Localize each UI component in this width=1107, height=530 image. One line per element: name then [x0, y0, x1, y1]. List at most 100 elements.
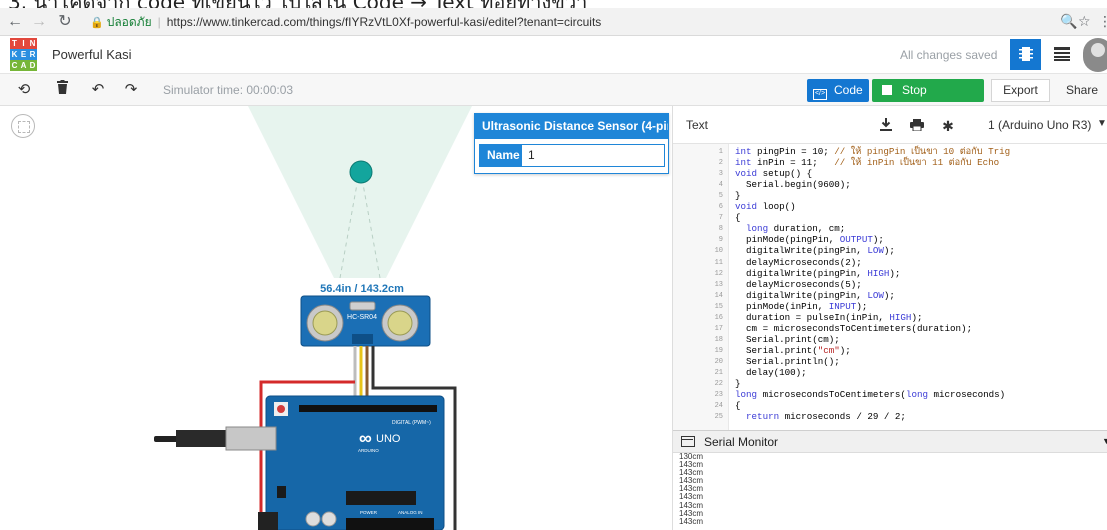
target-object[interactable] — [349, 160, 373, 184]
stop-icon — [882, 85, 892, 95]
code-panel: Text ✱ 1 (Arduino Uno R3) ▼ 1 int pingPin… — [672, 106, 1107, 530]
address-bar[interactable]: 🔒 ปลอดภัย | https://www.tinkercad.com/thing… — [90, 11, 1065, 33]
serial-line: 130cm — [679, 453, 704, 461]
redo-icon[interactable]: ↷ — [121, 80, 141, 100]
share-button[interactable]: Share — [1057, 79, 1107, 102]
code-text: } — [735, 378, 741, 390]
delete-icon[interactable] — [52, 80, 72, 100]
arduino-board[interactable]: DIGITAL (PWM~) ∞ UNO ARDUINO POWER ANALO… — [258, 395, 445, 530]
line-number: 2 — [718, 159, 723, 168]
code-text: Serial.begin(9600); — [735, 179, 851, 191]
reload-icon[interactable]: ↻ — [56, 13, 74, 31]
tinkercad-logo[interactable]: TINKERCAD — [10, 38, 37, 72]
forward-arrow-icon[interactable]: → — [30, 13, 48, 31]
undo-icon[interactable]: ↶ — [88, 80, 108, 100]
code-text: Serial.print("cm"); — [735, 344, 851, 356]
ultrasonic-sensor[interactable]: HC-SR04 — [300, 295, 431, 347]
bookmark-star-icon[interactable]: ☆ — [1078, 13, 1091, 30]
code-text: { — [735, 400, 741, 412]
power-analog-header — [346, 518, 434, 530]
project-title[interactable]: Powerful Kasi — [52, 47, 131, 62]
logo-letter: K — [10, 49, 19, 60]
digital-label: DIGITAL (PWM~) — [392, 420, 431, 426]
logo-letter: D — [28, 60, 37, 71]
usb-cable[interactable] — [154, 426, 277, 451]
chip-icon — [1018, 47, 1033, 61]
line-number: 20 — [714, 357, 723, 366]
code-text: Serial.print(cm); — [735, 333, 840, 345]
caption-text: 3. นำโค้ดจาก code ที่เขียนไว้ ไปใส่ใน Co… — [8, 0, 587, 8]
zoom-icon[interactable]: 🔍 — [1060, 13, 1077, 30]
line-number: 19 — [714, 346, 723, 355]
url-text: https://www.tinkercad.com/things/fIYRzVt… — [166, 15, 602, 29]
microcontroller-chip — [346, 491, 416, 505]
line-number: 6 — [718, 203, 723, 212]
logo-letter: T — [10, 38, 19, 49]
logo-letter: R — [28, 49, 37, 60]
stop-simulation-button[interactable]: Stop Simulation — [872, 79, 984, 120]
code-text: int pingPin = 10; // ให้ pingPin เป็นขา … — [735, 146, 1011, 157]
serial-line: 143cm — [679, 468, 704, 478]
line-number: 3 — [718, 170, 723, 179]
code-text: duration = pulseIn(inPin, HIGH); — [735, 311, 923, 323]
download-icon[interactable] — [876, 116, 896, 136]
line-number: 24 — [714, 402, 723, 411]
serial-line: 143cm — [679, 492, 704, 502]
code-text: cm = microsecondsToCentimeters(duration)… — [735, 322, 973, 334]
arduino-logo-icon: ∞ — [359, 428, 372, 448]
serial-monitor-header[interactable]: Serial Monitor ▼ — [673, 431, 1107, 453]
list-view-icon — [1053, 47, 1070, 61]
code-mode-select[interactable]: Text — [686, 118, 708, 132]
component-list-button[interactable] — [1046, 39, 1077, 70]
line-number: 17 — [714, 324, 723, 333]
circuit-canvas[interactable]: 56.4in / 143.2cm HC-SR04 DIGITAL (PWM~) … — [0, 106, 672, 530]
line-number: 7 — [718, 214, 723, 223]
export-button[interactable]: Export — [991, 79, 1050, 102]
caption-strip: 3. นำโค้ดจาก code ที่เขียนไว้ ไปใส่ใน Co… — [0, 0, 1107, 8]
line-number: 11 — [714, 258, 723, 267]
code-text: return microseconds / 29 / 2; — [746, 411, 906, 423]
line-number: 16 — [714, 313, 723, 322]
chevron-down-icon[interactable]: ▼ — [1097, 118, 1107, 129]
serial-line: 143cm — [679, 484, 704, 494]
name-field-value[interactable]: 1 — [528, 145, 535, 166]
code-text: digitalWrite(pingPin, LOW); — [735, 245, 895, 257]
line-number: 14 — [714, 291, 723, 300]
line-number: 13 — [714, 280, 723, 289]
code-text: delay(100); — [735, 367, 807, 378]
code-editor[interactable]: 1 int pingPin = 10; // ให้ pingPin เป็นขา… — [673, 144, 1107, 430]
line-number: 12 — [714, 269, 723, 278]
logo-letter: C — [10, 60, 19, 71]
power-label: POWER — [360, 510, 378, 515]
line-number: 9 — [718, 236, 723, 245]
rotate-icon[interactable]: ⟲ — [14, 80, 34, 100]
code-text: void loop() — [735, 201, 796, 213]
simulator-time: Simulator time: 00:00:03 — [163, 83, 294, 97]
editor-toolbar: ⟲ ↶ ↷ Simulator time: 00:00:03 </> Code S… — [0, 74, 1107, 120]
collapse-caret-icon[interactable]: ▼ — [1102, 436, 1107, 446]
debugger-bug-icon[interactable]: ✱ — [938, 116, 958, 136]
name-field[interactable]: Name 1 — [479, 144, 665, 167]
code-text: digitalWrite(pingPin, LOW); — [735, 289, 895, 301]
board-select[interactable]: 1 (Arduino Uno R3) — [988, 118, 1091, 132]
line-number: 5 — [718, 192, 723, 201]
code-text: delayMicroseconds(2); — [735, 256, 862, 268]
logo-letter: N — [28, 38, 37, 49]
line-number: 18 — [714, 335, 723, 344]
code-button-label: Code — [834, 83, 863, 97]
code-button[interactable]: </> Code — [807, 79, 869, 102]
serial-line: 143cm — [679, 460, 704, 470]
browser-menu-icon[interactable]: ⋮ — [1098, 13, 1107, 30]
line-number: 10 — [714, 247, 723, 256]
sensor-label: HC-SR04 — [347, 314, 377, 321]
line-number: 15 — [714, 302, 723, 311]
code-text: digitalWrite(pingPin, HIGH); — [735, 267, 901, 279]
page: 3. นำโค้ดจาก code ที่เขียนไว้ ไปใส่ใน Co… — [0, 0, 1107, 530]
code-text: pinMode(inPin, INPUT); — [735, 300, 868, 312]
circuit-view-button[interactable] — [1010, 39, 1041, 70]
name-field-label: Name — [480, 145, 522, 166]
user-avatar[interactable] — [1083, 38, 1107, 72]
back-arrow-icon[interactable]: ← — [6, 13, 24, 31]
serial-output[interactable]: 130cm 143cm 143cm 143cm 143cm 143cm 143cm 143cm… — [679, 453, 1099, 530]
print-icon[interactable] — [907, 116, 927, 136]
